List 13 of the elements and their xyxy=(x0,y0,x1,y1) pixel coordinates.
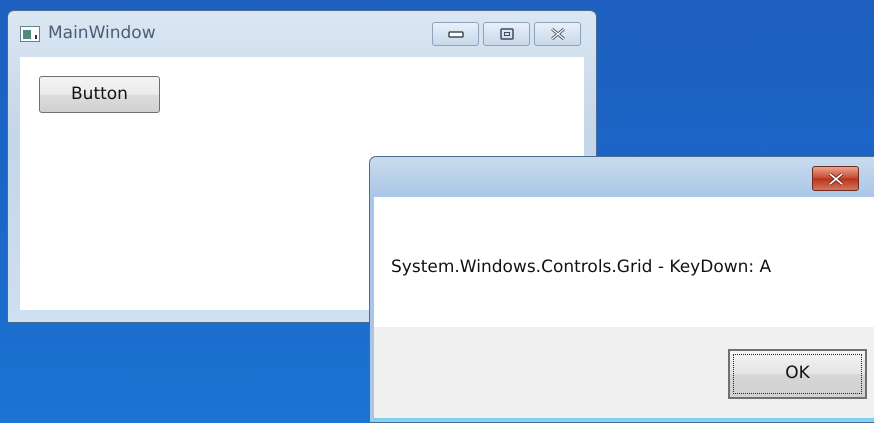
maximize-icon xyxy=(500,28,514,40)
ok-button[interactable]: OK xyxy=(728,349,867,399)
close-icon xyxy=(550,28,566,40)
close-icon xyxy=(828,172,844,184)
app-icon xyxy=(20,26,40,42)
message-text: System.Windows.Controls.Grid - KeyDown: A xyxy=(391,256,772,280)
button[interactable]: Button xyxy=(39,76,160,113)
window-title: MainWindow xyxy=(48,22,156,46)
close-button[interactable] xyxy=(812,166,859,191)
maximize-button[interactable] xyxy=(483,22,530,46)
close-button[interactable] xyxy=(534,22,581,46)
minimize-icon xyxy=(448,30,464,38)
minimize-button[interactable] xyxy=(432,22,479,46)
